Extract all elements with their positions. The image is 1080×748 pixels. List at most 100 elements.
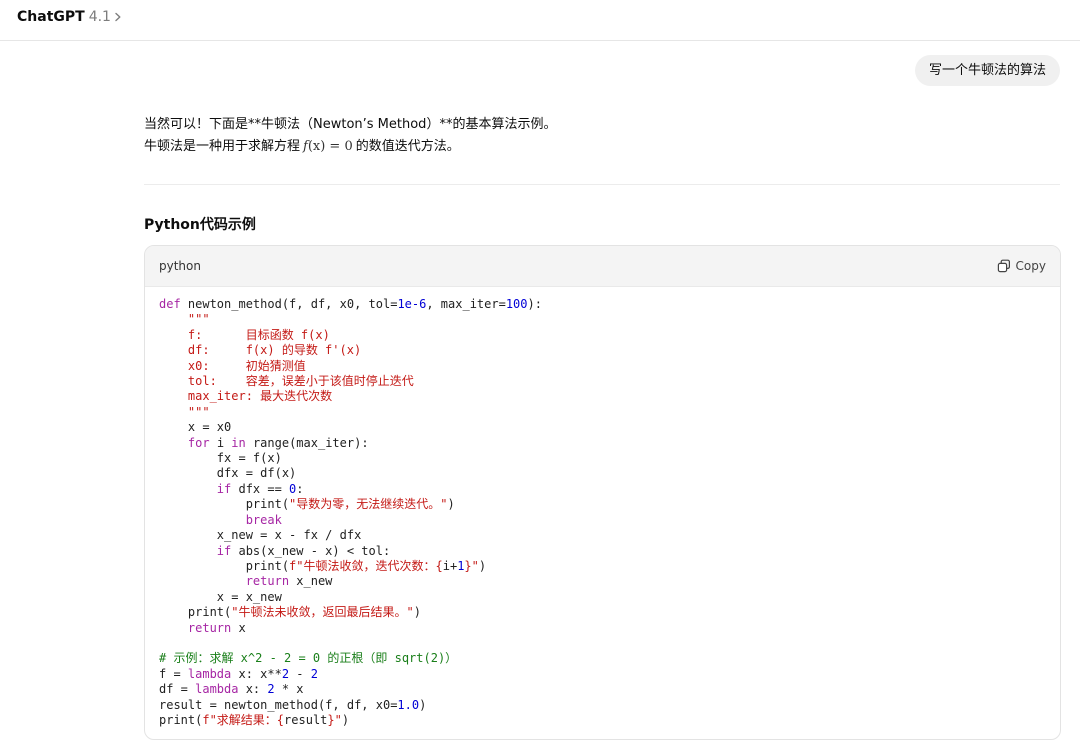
code-line: """ — [159, 312, 1046, 327]
copy-button[interactable]: Copy — [997, 259, 1046, 273]
code-token: df: f(x) 的导数 f'(x) — [159, 343, 362, 358]
code-token: def — [159, 297, 181, 311]
code-token: "牛顿法未收敛，返回最后结果。" — [231, 605, 414, 620]
model-version: 4.1 — [88, 9, 111, 25]
code-token: ) — [447, 497, 455, 512]
code-token: in — [231, 435, 246, 450]
copy-icon — [997, 259, 1010, 273]
model-name: ChatGPT — [17, 9, 85, 25]
code-line: x = x0 — [159, 420, 1046, 435]
code-token: max_iter: 最大迭代次数 — [159, 389, 333, 404]
code-line: break — [159, 513, 1046, 528]
code-token: print( — [159, 497, 290, 512]
code-line: max_iter: 最大迭代次数 — [159, 389, 1046, 404]
code-token: x — [231, 620, 246, 635]
code-token: x: — [238, 682, 268, 697]
user-message-bubble: 写一个牛顿法的算法 — [914, 55, 1060, 86]
model-switcher[interactable]: ChatGPT 4.1 — [17, 6, 123, 28]
code-token: return — [245, 574, 290, 589]
code-token: i — [209, 435, 232, 450]
code-line: f: 目标函数 f(x) — [159, 328, 1046, 343]
intro-line-2: 牛顿法是一种用于求解方程 f(x) = 0 的数值迭代方法。 — [144, 136, 1060, 158]
code-token: newton_method(f, df, x0, tol= — [180, 297, 398, 311]
code-token: print( — [159, 558, 290, 573]
intro-line-1: 当然可以！下面是**牛顿法（Newton’s Method）**的基本算法示例。 — [144, 117, 557, 132]
code-language-label: python — [159, 259, 201, 273]
code-token: print( — [159, 605, 232, 620]
code-token: f"牛顿法收敛，迭代次数：{ — [289, 558, 443, 573]
code-token: f: 目标函数 f(x) — [159, 327, 330, 342]
code-token: # 示例：求解 x^2 - 2 = 0 的正根（即 sqrt(2)） — [159, 651, 458, 666]
code-line: f = lambda x: x**2 - 2 — [159, 667, 1046, 682]
code-content: def newton_method(f, df, x0, tol=1e-6, m… — [145, 287, 1060, 728]
code-token: 100 — [505, 297, 528, 311]
code-token: print( — [159, 712, 203, 727]
code-token: df = — [159, 682, 196, 697]
code-token: }" — [327, 712, 342, 727]
code-token: ): — [527, 297, 542, 311]
code-token: fx = f(x) — [159, 451, 282, 466]
code-line: print("牛顿法未收敛，返回最后结果。") — [159, 605, 1046, 620]
code-token: if — [216, 481, 232, 496]
code-token: x0: 初始猜测值 — [159, 358, 306, 373]
code-line: result = newton_method(f, df, x0=1.0) — [159, 698, 1046, 713]
code-token: return — [187, 620, 232, 635]
code-token: x: x** — [231, 666, 282, 681]
code-token: ) — [478, 558, 487, 573]
intro-line-2-after: 的数值迭代方法。 — [355, 139, 460, 154]
chevron-right-icon — [115, 12, 121, 22]
code-token: tol: 容差，误差小于该值时停止迭代 — [159, 374, 414, 389]
intro-line-2-before: 牛顿法是一种用于求解方程 — [144, 139, 301, 154]
code-token: ) — [341, 712, 350, 727]
code-token: dfx = df(x) — [159, 466, 297, 481]
code-line: return x — [159, 621, 1046, 636]
code-token: dfx == — [231, 481, 290, 496]
code-token: f = — [159, 666, 188, 681]
code-token: if — [216, 543, 232, 558]
code-line: """ — [159, 405, 1046, 420]
section-title: Python代码示例 — [144, 217, 256, 233]
copy-label: Copy — [1015, 259, 1046, 273]
code-token: x = x0 — [159, 420, 232, 435]
code-token: i+ — [442, 558, 458, 573]
section-divider — [144, 184, 1060, 185]
code-token: 2 — [281, 666, 290, 681]
code-token: ) — [413, 605, 421, 620]
assistant-message: 当然可以！下面是**牛顿法（Newton’s Method）**的基本算法示例。… — [144, 114, 1060, 158]
code-token: , max_iter= — [426, 297, 506, 311]
code-token: for — [187, 435, 210, 450]
code-line: x0: 初始猜测值 — [159, 359, 1046, 374]
code-token: x = x_new — [159, 589, 282, 604]
code-token: 1e-6 — [397, 297, 427, 311]
code-line: for i in range(max_iter): — [159, 436, 1046, 451]
code-line: return x_new — [159, 574, 1046, 589]
code-token: lambda — [195, 682, 239, 697]
code-line: print(f"牛顿法收敛，迭代次数：{i+1}") — [159, 559, 1046, 574]
top-bar: ChatGPT 4.1 — [0, 0, 1080, 41]
code-line: tol: 容差，误差小于该值时停止迭代 — [159, 374, 1046, 389]
code-token: "导数为零，无法继续迭代。" — [289, 497, 448, 512]
code-token: 2 — [267, 682, 275, 697]
code-token: : — [296, 481, 304, 496]
math-rest: (x) = 0 — [307, 139, 353, 154]
code-token: }" — [464, 558, 479, 573]
code-line: if abs(x_new - x) < tol: — [159, 544, 1046, 559]
code-token: break — [245, 512, 282, 527]
code-token: x_new — [289, 574, 333, 589]
code-token: abs(x_new - x) < tol: — [231, 543, 391, 558]
code-line: # 示例：求解 x^2 - 2 = 0 的正根（即 sqrt(2)） — [159, 651, 1046, 666]
code-line: print(f"求解结果：{result}") — [159, 713, 1046, 728]
code-token: """ — [159, 312, 210, 327]
code-token: result = newton_method(f, df, x0= — [159, 697, 398, 712]
code-line: df: f(x) 的导数 f'(x) — [159, 343, 1046, 358]
code-line: def newton_method(f, df, x0, tol=1e-6, m… — [159, 297, 1046, 312]
code-header: python Copy — [145, 246, 1060, 287]
code-line: print("导数为零，无法继续迭代。") — [159, 497, 1046, 512]
code-block: python Copy def newton_method(f, df, x0,… — [144, 245, 1061, 740]
code-line: fx = f(x) — [159, 451, 1046, 466]
